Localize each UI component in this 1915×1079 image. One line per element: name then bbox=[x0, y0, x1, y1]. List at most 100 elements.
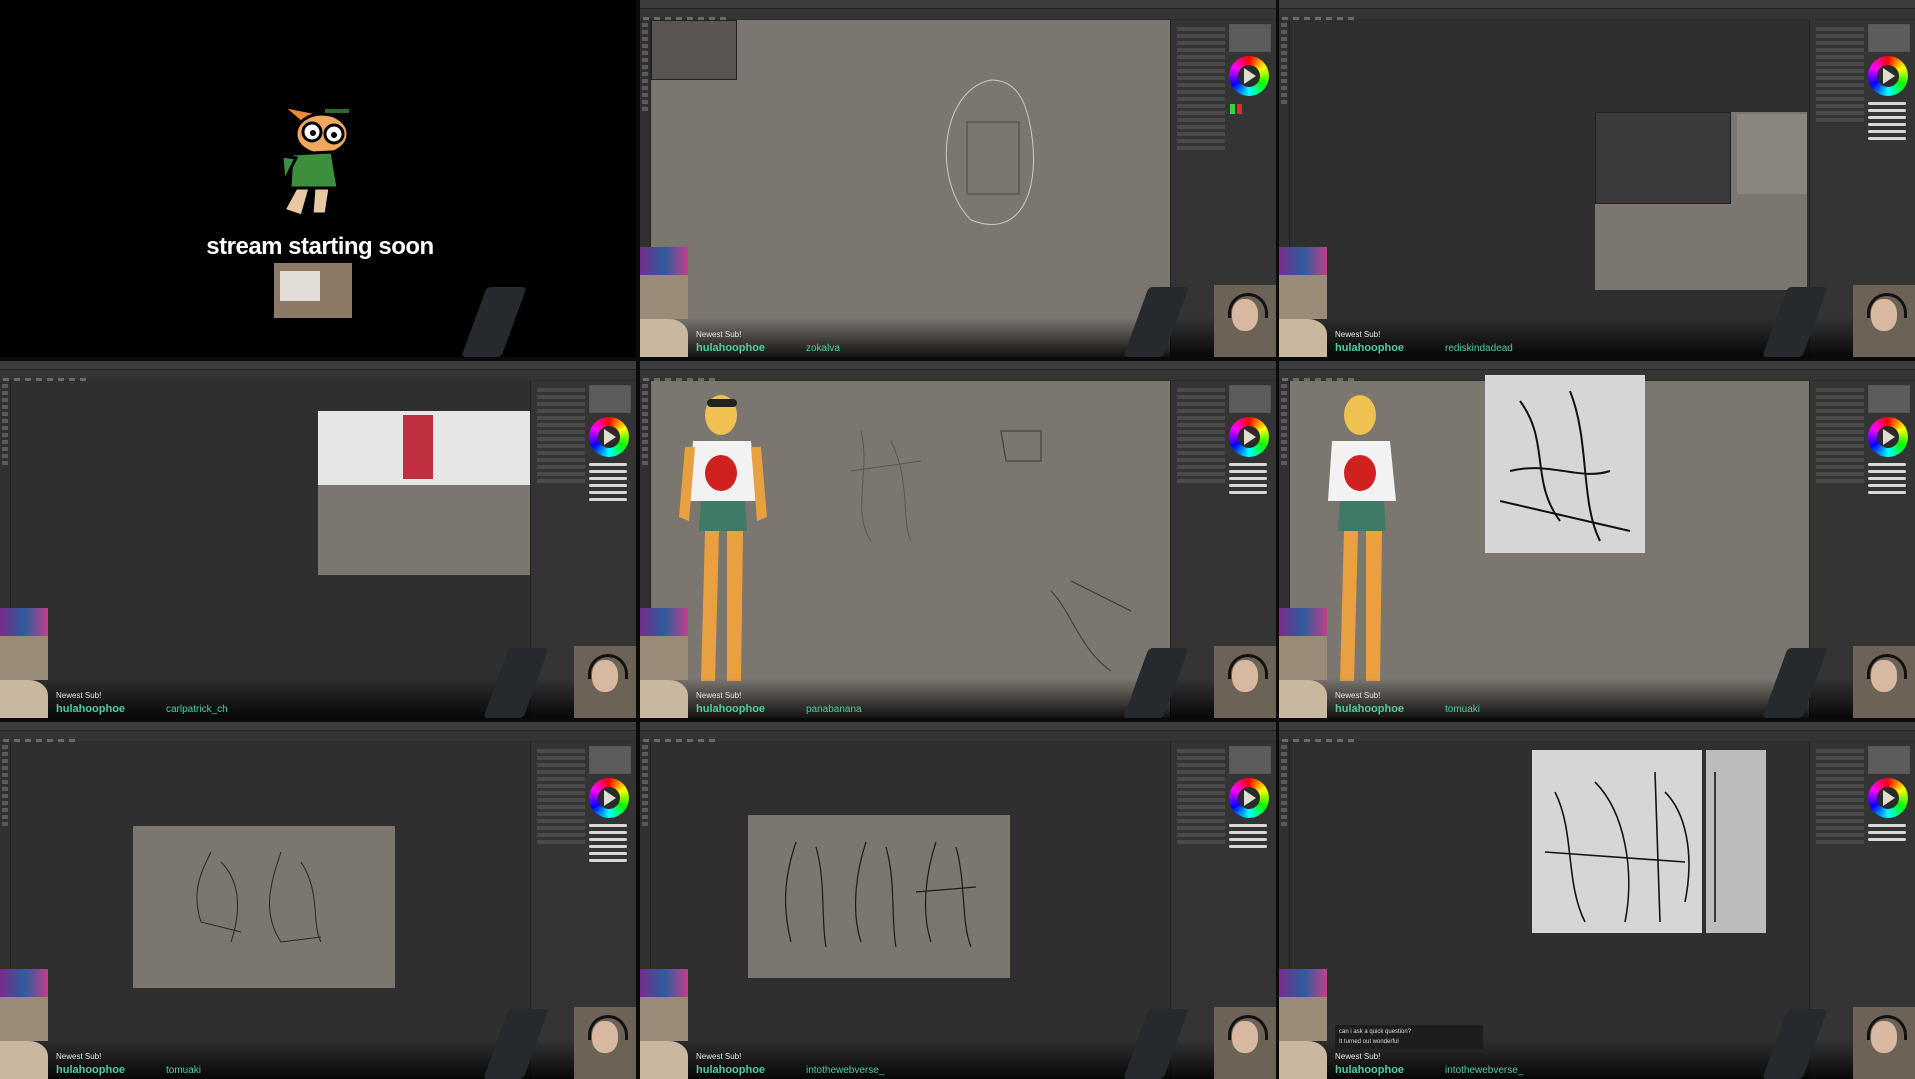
navigator-thumbnail[interactable] bbox=[589, 746, 631, 774]
color-wheel-icon[interactable] bbox=[1229, 56, 1269, 96]
toolbar[interactable] bbox=[1279, 9, 1915, 22]
newest-sub-name: hulahoophoe bbox=[696, 703, 766, 715]
mascot-icon bbox=[276, 103, 351, 218]
navigator-thumbnail[interactable] bbox=[1868, 385, 1910, 413]
brush-icon[interactable] bbox=[1868, 824, 1906, 841]
latest-follower: zokalva bbox=[806, 343, 840, 354]
navigator-thumbnail[interactable] bbox=[1868, 24, 1910, 52]
reference-photo bbox=[1595, 112, 1731, 204]
webcam-collage bbox=[1279, 969, 1327, 1079]
brush-icon[interactable] bbox=[1229, 824, 1267, 848]
canvas-area[interactable] bbox=[651, 742, 1170, 1079]
toolbar[interactable] bbox=[0, 370, 636, 383]
chat-message: It turned out wonderful bbox=[1339, 1039, 1399, 1045]
navigator-thumbnail[interactable] bbox=[1868, 746, 1910, 774]
brush-icon[interactable] bbox=[1868, 463, 1906, 494]
sketch-lines bbox=[1499, 390, 1631, 542]
tile-drawing-app-1: Newest Sub! hulahoophoe zokalva bbox=[640, 0, 1276, 357]
streamer-webcam bbox=[1853, 285, 1915, 357]
sketch-lines bbox=[850, 430, 1132, 672]
webcam-collage bbox=[640, 608, 688, 718]
newest-sub-name: hulahoophoe bbox=[696, 1064, 766, 1076]
latest-follower: tomuaki bbox=[1445, 704, 1481, 715]
reference-figure-red bbox=[403, 415, 433, 479]
toolbar[interactable] bbox=[640, 731, 1276, 744]
color-wheel-icon[interactable] bbox=[1868, 778, 1908, 818]
webcam-collage bbox=[0, 969, 48, 1079]
menu-bar[interactable] bbox=[640, 361, 1276, 370]
tile-drawing-app-6: Newest Sub! hulahoophoe tomuaki bbox=[0, 722, 636, 1079]
sketch-lines bbox=[784, 841, 977, 948]
toolbar[interactable] bbox=[640, 370, 1276, 383]
streamer-webcam bbox=[1214, 1007, 1276, 1079]
tile-drawing-app-4: Newest Sub! hulahoophoe panabanana bbox=[640, 361, 1276, 718]
color-wheel-icon[interactable] bbox=[1868, 417, 1908, 457]
newest-sub-label: Newest Sub! bbox=[56, 1052, 102, 1061]
canvas-area[interactable] bbox=[651, 20, 1174, 357]
navigator-thumbnail[interactable] bbox=[1229, 385, 1271, 413]
menu-bar[interactable] bbox=[640, 722, 1276, 731]
webcam-collage bbox=[640, 247, 688, 357]
canvas-area[interactable] bbox=[1290, 375, 1813, 718]
toolbar[interactable] bbox=[0, 731, 636, 744]
chat-message: can i ask a quick question? bbox=[1339, 1029, 1412, 1035]
newest-sub-label: Newest Sub! bbox=[696, 330, 742, 339]
stream-starting-title: stream starting soon bbox=[206, 233, 434, 260]
newest-sub-label: Newest Sub! bbox=[1335, 330, 1381, 339]
tile-drawing-app-3: Newest Sub! hulahoophoe carlpatrick_ch bbox=[0, 361, 636, 718]
newest-sub-name: hulahoophoe bbox=[56, 703, 126, 715]
latest-follower: tomuaki bbox=[166, 1065, 202, 1076]
brush-icon[interactable] bbox=[1229, 463, 1267, 494]
canvas-area[interactable] bbox=[651, 381, 1174, 718]
canvas-area[interactable] bbox=[1290, 20, 1809, 357]
tile-drawing-app-2: Newest Sub! hulahoophoe rediskindadead bbox=[1279, 0, 1915, 357]
toolbar[interactable] bbox=[640, 9, 1276, 22]
newest-sub-label: Newest Sub! bbox=[696, 691, 742, 700]
streamer-webcam bbox=[1214, 646, 1276, 718]
navigator-thumbnail[interactable] bbox=[1229, 746, 1271, 774]
menu-bar[interactable] bbox=[640, 0, 1276, 9]
streamer-webcam bbox=[1214, 285, 1276, 357]
streamer-webcam bbox=[1853, 1007, 1915, 1079]
screenshot-grid: stream starting soon Newest Sub! hulahoo… bbox=[0, 0, 1915, 1079]
reference-image bbox=[651, 20, 737, 80]
newest-sub-name: hulahoophoe bbox=[56, 1064, 126, 1076]
menu-bar[interactable] bbox=[1279, 0, 1915, 9]
newest-sub-label: Newest Sub! bbox=[1335, 691, 1381, 700]
tile-drawing-app-7: Newest Sub! hulahoophoe intothewebverse_ bbox=[640, 722, 1276, 1079]
streamer-webcam bbox=[1853, 646, 1915, 718]
menu-bar[interactable] bbox=[1279, 722, 1915, 731]
navigator-thumbnail[interactable] bbox=[1229, 24, 1271, 52]
latest-follower: panabanana bbox=[806, 704, 862, 715]
color-wheel-icon[interactable] bbox=[589, 417, 629, 457]
sketch-lines bbox=[945, 79, 1034, 225]
webcam-collage bbox=[1279, 608, 1327, 718]
newest-sub-name: hulahoophoe bbox=[1335, 703, 1405, 715]
canvas-area[interactable] bbox=[11, 742, 530, 1079]
navigator-thumbnail[interactable] bbox=[589, 385, 631, 413]
newest-sub-label: Newest Sub! bbox=[1335, 1052, 1381, 1061]
latest-follower: intothewebverse_ bbox=[1445, 1065, 1524, 1076]
tile-drawing-app-5: Newest Sub! hulahoophoe tomuaki bbox=[1279, 361, 1915, 718]
toolbar[interactable] bbox=[1279, 731, 1915, 744]
brush-icon[interactable] bbox=[589, 463, 627, 501]
color-wheel-icon[interactable] bbox=[1229, 417, 1269, 457]
color-wheel-icon[interactable] bbox=[1868, 56, 1908, 96]
menu-bar[interactable] bbox=[0, 722, 636, 731]
newest-sub-label: Newest Sub! bbox=[696, 1052, 742, 1061]
menu-bar[interactable] bbox=[1279, 361, 1915, 370]
webcam-collage bbox=[0, 608, 48, 718]
canvas-area[interactable] bbox=[11, 381, 530, 718]
latest-follower: rediskindadead bbox=[1445, 343, 1513, 354]
newest-sub-name: hulahoophoe bbox=[696, 342, 766, 354]
color-wheel-icon[interactable] bbox=[589, 778, 629, 818]
brush-icon[interactable] bbox=[1868, 102, 1906, 140]
sketch-lines bbox=[1544, 771, 1716, 923]
streamer-webcam bbox=[574, 1007, 636, 1079]
chat-box: can i ask a quick question? It turned ou… bbox=[1335, 1025, 1483, 1049]
menu-bar[interactable] bbox=[0, 361, 636, 370]
streamer-webcam bbox=[574, 646, 636, 718]
color-wheel-icon[interactable] bbox=[1229, 778, 1269, 818]
brush-icon[interactable] bbox=[589, 824, 627, 862]
webcam-collage bbox=[640, 969, 688, 1079]
